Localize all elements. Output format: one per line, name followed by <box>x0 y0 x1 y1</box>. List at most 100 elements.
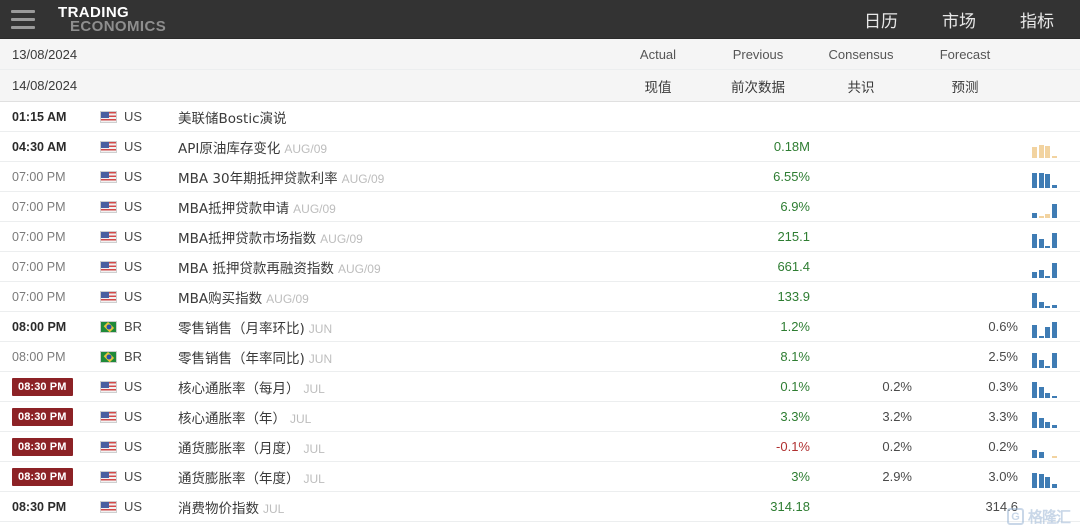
sparkline-cell[interactable] <box>1018 466 1080 488</box>
country-code: US <box>124 439 143 454</box>
table-row[interactable]: 08:00 PM BR 零售销售（月率环比) JUN 1.2% 0.6% <box>0 312 1080 342</box>
nav-item-indicators[interactable]: 指标 <box>1020 7 1054 32</box>
table-row[interactable]: 07:00 PM US MBA抵押贷款市场指数 AUG/09 215.1 <box>0 222 1080 252</box>
nav-item-markets[interactable]: 市场 <box>942 7 976 32</box>
event-name[interactable]: 零售销售（月率环比) JUN <box>178 317 610 337</box>
sparkline-bar <box>1045 305 1050 308</box>
sparkline-cell[interactable] <box>1018 226 1080 248</box>
column-header-spark <box>1018 75 1080 97</box>
sparkline-chart <box>1032 348 1057 368</box>
sparkline-bar <box>1032 172 1037 188</box>
us-flag <box>100 110 117 123</box>
event-time-badge: 08:30 PM <box>12 377 73 396</box>
country-cell: US <box>100 169 178 184</box>
sparkline-bar <box>1032 212 1037 218</box>
column-header-previous: 前次数据 <box>731 79 785 96</box>
event-reference-period: AUG/09 <box>341 171 385 186</box>
event-reference-period: JUL <box>303 381 325 396</box>
table-row[interactable]: 04:30 AM US API原油库存变化 AUG/09 0.18M <box>0 132 1080 162</box>
table-row[interactable]: 08:30 PM US 消费物价指数 JUL 314.18 314.6 <box>0 492 1080 522</box>
sparkline-cell[interactable] <box>1018 136 1080 158</box>
event-name[interactable]: MBA 抵押贷款再融资指数 AUG/09 <box>178 257 610 277</box>
event-reference-period: AUG/09 <box>293 201 336 216</box>
table-row[interactable]: 08:00 PM BR 零售销售（年率同比) JUN 8.1% 2.5% <box>0 342 1080 372</box>
hamburger-icon[interactable] <box>0 0 44 38</box>
event-name[interactable]: MBA抵押贷款市场指数 AUG/09 <box>178 227 610 247</box>
sparkline-bar <box>1038 269 1044 278</box>
sparkline-bar <box>1045 245 1050 248</box>
sparkline-cell[interactable] <box>1018 106 1080 128</box>
event-name[interactable]: 零售销售（年率同比) JUN <box>178 347 610 367</box>
sparkline-cell[interactable] <box>1018 286 1080 308</box>
sparkline-cell[interactable] <box>1018 346 1080 368</box>
sparkline-bar <box>1051 424 1057 428</box>
us-flag <box>100 200 117 213</box>
sparkline-cell[interactable] <box>1018 436 1080 458</box>
table-row[interactable]: 08:30 PM US 核心通胀率（每月） JUL 0.1% 0.2% 0.3% <box>0 372 1080 402</box>
table-row[interactable]: 07:00 PM US MBA抵押贷款申请 AUG/09 6.9% <box>0 192 1080 222</box>
event-name[interactable]: 消费物价指数 JUL <box>178 497 610 517</box>
value-forecast: 314.6 <box>985 499 1018 514</box>
event-reference-period: JUL <box>303 471 325 486</box>
country-code: US <box>124 409 143 424</box>
value-previous: 3.3% <box>780 409 810 424</box>
event-name[interactable]: 核心通胀率（每月） JUL <box>178 377 610 397</box>
event-name[interactable]: MBA购买指数 AUG/09 <box>178 287 610 307</box>
site-logo[interactable]: TRADING ECONOMICS <box>58 5 166 34</box>
value-consensus: 0.2% <box>882 439 912 454</box>
sparkline-cell[interactable] <box>1018 316 1080 338</box>
table-row[interactable]: 01:15 AM US 美联储Bostic演说 <box>0 102 1080 132</box>
event-name[interactable]: API原油库存变化 AUG/09 <box>178 137 610 157</box>
event-time: 08:30 PM <box>12 377 100 396</box>
table-row[interactable]: 08:30 PM US 通货膨胀率（月度） JUL -0.1% 0.2% 0.2% <box>0 432 1080 462</box>
event-label: MBA抵押贷款市场指数 <box>178 230 317 247</box>
event-label: 通货膨胀率（年度） <box>178 470 300 487</box>
sparkline-cell[interactable] <box>1018 376 1080 398</box>
event-time-badge: 08:30 PM <box>12 467 73 486</box>
sparkline-bar <box>1032 146 1037 158</box>
column-header-forecast: Forecast <box>939 46 991 62</box>
event-label: MBA 30年期抵押贷款利率 <box>178 170 338 187</box>
sparkline-cell[interactable] <box>1018 196 1080 218</box>
country-code: US <box>124 259 143 274</box>
event-reference-period: AUG/09 <box>266 291 309 306</box>
country-cell: US <box>100 199 178 214</box>
sparkline-cell[interactable] <box>1018 256 1080 278</box>
column-header-forecast: 预测 <box>951 79 979 96</box>
sparkline-cell[interactable] <box>1018 406 1080 428</box>
column-header-consensus: Consensus <box>828 46 894 62</box>
table-row[interactable]: 08:30 PM US 通货膨胀率（年度） JUL 3% 2.9% 3.0% <box>0 462 1080 492</box>
value-previous: 0.18M <box>773 139 810 154</box>
sparkline-bar <box>1045 365 1050 368</box>
country-code: US <box>124 169 143 184</box>
sparkline-bar <box>1038 451 1044 458</box>
us-flag <box>100 440 117 453</box>
event-name[interactable]: 通货膨胀率（月度） JUL <box>178 437 610 457</box>
value-forecast: 0.3% <box>988 379 1018 394</box>
table-row[interactable]: 07:00 PM US MBA 抵押贷款再融资指数 AUG/09 661.4 <box>0 252 1080 282</box>
sparkline-bar <box>1032 292 1037 308</box>
logo-line-2: ECONOMICS <box>70 17 167 35</box>
sparkline-cell[interactable] <box>1018 496 1080 518</box>
value-previous: 6.55% <box>773 169 810 184</box>
event-name[interactable]: MBA 30年期抵押贷款利率 AUG/09 <box>178 167 610 187</box>
event-label: 美联储Bostic演说 <box>178 110 287 127</box>
sparkline-bar <box>1032 449 1037 458</box>
event-name[interactable]: 通货膨胀率（年度） JUL <box>178 467 610 487</box>
column-header-actual: 现值 <box>644 79 672 96</box>
nav-item-calendar[interactable]: 日历 <box>864 7 898 32</box>
sparkline-cell[interactable] <box>1018 166 1080 188</box>
event-name[interactable]: MBA抵押贷款申请 AUG/09 <box>178 197 610 217</box>
event-name[interactable]: 核心通胀率（年） JUL <box>178 407 610 427</box>
event-name[interactable]: 美联储Bostic演说 <box>178 107 610 127</box>
page-root: TRADING ECONOMICS 日历 市场 指标 13/08/2024 Act… <box>0 0 1080 531</box>
table-row[interactable]: 07:00 PM US MBA 30年期抵押贷款利率 AUG/09 6.55% <box>0 162 1080 192</box>
sparkline-chart <box>1032 318 1057 338</box>
sparkline-bar <box>1032 472 1037 488</box>
value-previous: 133.9 <box>777 289 810 304</box>
sparkline-bar <box>1038 144 1044 158</box>
column-header-actual: Actual <box>639 46 677 62</box>
event-time-badge: 08:30 PM <box>12 437 73 456</box>
table-row[interactable]: 07:00 PM US MBA购买指数 AUG/09 133.9 <box>0 282 1080 312</box>
table-row[interactable]: 08:30 PM US 核心通胀率（年） JUL 3.3% 3.2% 3.3% <box>0 402 1080 432</box>
